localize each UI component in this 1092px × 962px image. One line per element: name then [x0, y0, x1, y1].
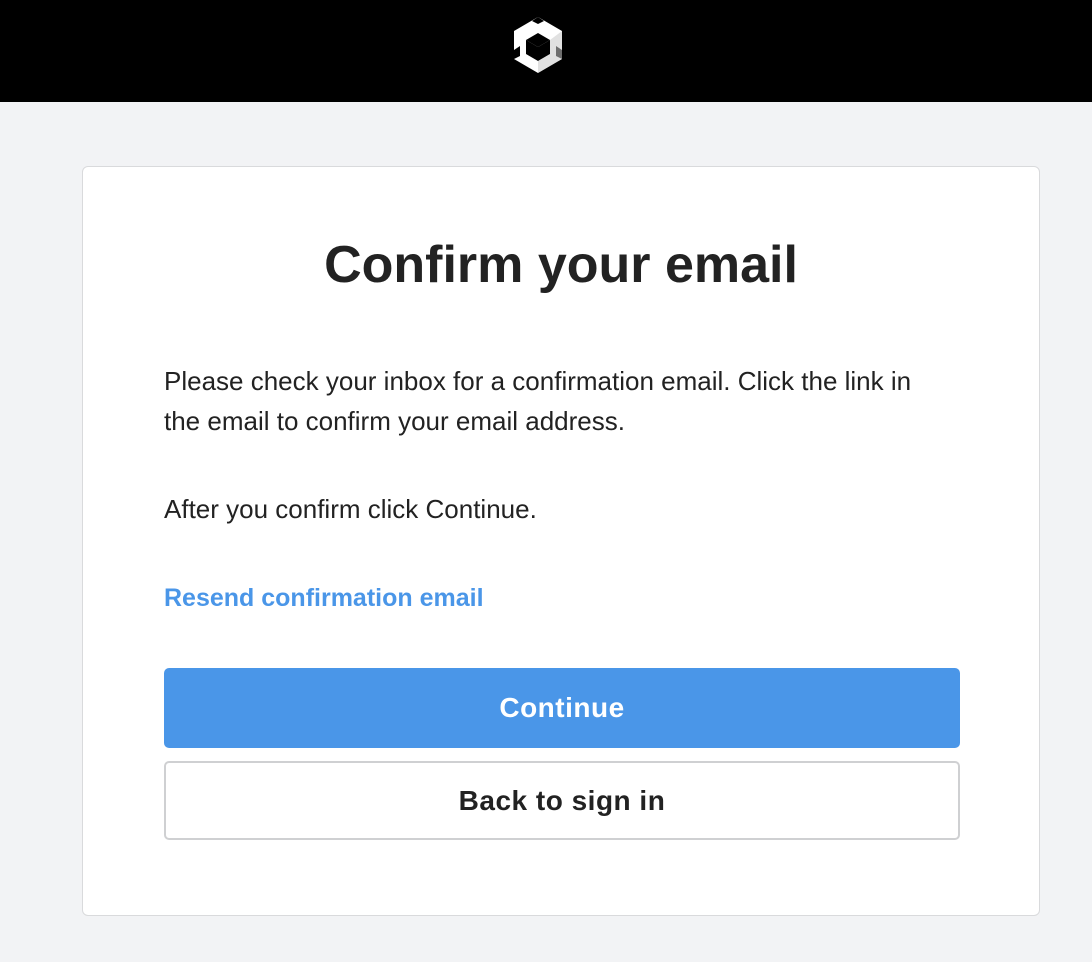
unity-logo-icon[interactable]: [506, 13, 570, 77]
confirm-email-card: Confirm your email Please check your inb…: [82, 166, 1040, 916]
continue-button[interactable]: Continue: [164, 668, 960, 748]
page-title: Confirm your email: [324, 236, 798, 294]
confirmation-instructions: Please check your inbox for a confirmati…: [164, 366, 912, 436]
continue-instructions: After you confirm click Continue.: [164, 494, 537, 524]
top-header-bar: [0, 0, 1092, 102]
back-to-sign-in-button[interactable]: Back to sign in: [164, 761, 960, 840]
resend-confirmation-link[interactable]: Resend confirmation email: [164, 581, 484, 615]
